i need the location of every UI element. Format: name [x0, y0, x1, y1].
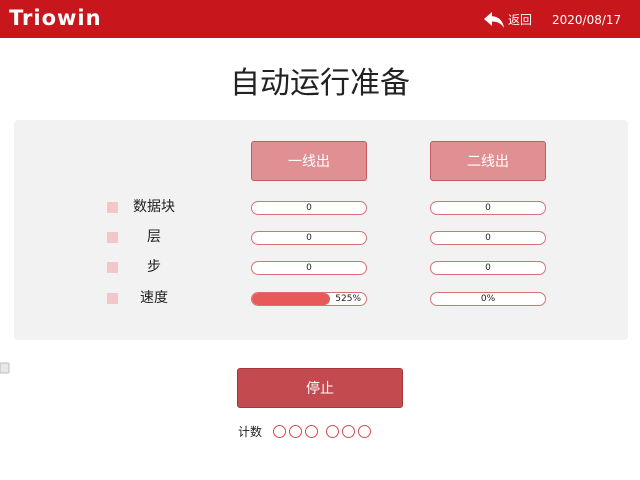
line1-step-field: 0	[251, 261, 367, 275]
row-marker	[107, 292, 118, 304]
row-text: 速度	[140, 290, 168, 306]
back-arrow-icon	[484, 12, 504, 28]
row-text: 步	[147, 259, 161, 275]
back-button[interactable]: 返回	[483, 10, 532, 30]
page-title: 自动运行准备	[230, 66, 410, 101]
field-value: 0	[485, 263, 491, 273]
count-indicator	[273, 425, 286, 438]
triowin-logo: Triowin	[9, 6, 102, 30]
row-text: 数据块	[133, 199, 175, 215]
row-marker	[107, 201, 118, 213]
field-value: 0	[306, 203, 312, 213]
count-indicator	[326, 425, 339, 438]
row-label-layer: 层	[107, 228, 184, 246]
field-value: 0	[306, 233, 312, 243]
row-marker	[107, 261, 118, 273]
stop-button[interactable]: 停止	[237, 368, 403, 408]
row-label-speed: 速度	[107, 289, 184, 307]
line2-data-block-field: 0	[430, 201, 546, 215]
line2-layer-field: 0	[430, 231, 546, 245]
field-value: 0%	[480, 294, 496, 304]
row-label-data-block: 数据块	[107, 198, 184, 216]
field-value: 525%	[335, 294, 361, 304]
edge-icon	[0, 362, 10, 374]
count-indicator	[342, 425, 355, 438]
line1-layer-field: 0	[251, 231, 367, 245]
field-value: 0	[485, 233, 491, 243]
line2-button[interactable]: 二线出	[430, 141, 546, 181]
line2-speed-bar: 0%	[430, 292, 546, 306]
field-value: 0	[306, 263, 312, 273]
date-display: 2020/08/17	[552, 13, 622, 27]
count-indicator	[358, 425, 371, 438]
row-marker	[107, 231, 118, 243]
line1-data-block-field: 0	[251, 201, 367, 215]
count-indicator	[305, 425, 318, 438]
row-text: 层	[147, 229, 161, 245]
row-label-step: 步	[107, 258, 184, 276]
line1-speed-bar: 525%	[251, 292, 367, 306]
count-label: 计数	[238, 425, 263, 439]
count-indicator	[289, 425, 302, 438]
field-value: 0	[485, 203, 491, 213]
line1-button[interactable]: 一线出	[251, 141, 367, 181]
back-label: 返回	[508, 13, 533, 27]
line2-step-field: 0	[430, 261, 546, 275]
top-bar: Triowin 返回 2020/08/17	[0, 0, 640, 38]
